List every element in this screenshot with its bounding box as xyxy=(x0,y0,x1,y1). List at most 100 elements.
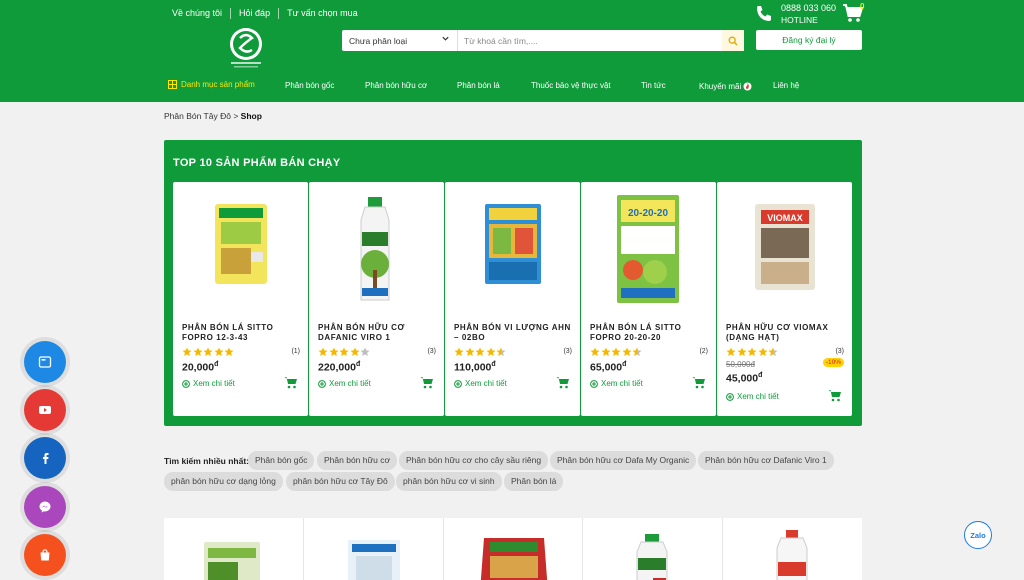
cart-icon xyxy=(828,390,841,402)
product-image[interactable] xyxy=(195,192,285,307)
product-image[interactable] xyxy=(444,518,583,580)
nav-item-phan-bon-goc[interactable]: Phân bón gốc xyxy=(285,81,334,90)
social-youtube-button[interactable] xyxy=(24,389,66,431)
product-price: 220,000đ xyxy=(318,361,361,374)
product-image[interactable] xyxy=(331,192,421,307)
search-category-select[interactable]: Chưa phân loại xyxy=(342,30,458,51)
facebook-icon xyxy=(43,453,49,464)
star-icon xyxy=(768,347,778,356)
top-link-faq[interactable]: Hỏi đáp xyxy=(230,8,278,19)
star-icon xyxy=(601,347,610,356)
view-detail-link[interactable]: Xem chi tiết xyxy=(726,392,779,401)
view-detail-link[interactable]: Xem chi tiết xyxy=(590,379,643,388)
svg-text:20-20-20: 20-20-20 xyxy=(628,208,668,219)
search-tag[interactable]: Phân bón hữu cơ xyxy=(317,451,398,470)
product-image[interactable]: VIOMAX xyxy=(739,192,829,307)
product-card[interactable]: PHÂN BÓN VI LƯỢNG AHN – 02BO (3) 110,000… xyxy=(445,182,580,416)
star-icon xyxy=(486,347,495,356)
review-count: (1) xyxy=(291,348,300,355)
product-image[interactable] xyxy=(723,518,862,580)
top-link-about[interactable]: Về chúng tôi xyxy=(172,8,230,19)
nav-khuyen-mai-label: Khuyến mãi xyxy=(699,81,742,91)
cart-button[interactable]: 0 xyxy=(842,2,864,28)
breadcrumb-separator: > xyxy=(233,111,239,121)
product-card[interactable]: PHÂN BÓN HỮU CƠ DAFANIC VIRO 1 (3) 220,0… xyxy=(309,182,444,416)
star-icon xyxy=(496,347,506,356)
product-name[interactable]: PHÂN BÓN VI LƯỢNG AHN – 02BO xyxy=(454,323,574,343)
product-image[interactable] xyxy=(583,518,722,580)
register-dealer-button[interactable]: Đăng ký đại lý xyxy=(756,30,862,50)
social-messenger-button[interactable] xyxy=(24,486,66,528)
main-nav: Danh mục sản phẩm Phân bón gốc Phân bón … xyxy=(0,78,1024,94)
social-shopee-button[interactable] xyxy=(24,534,66,576)
product-name[interactable]: PHÂN BÓN LÁ SITTO FOPRO 12-3-43 xyxy=(182,323,302,343)
search-tag[interactable]: Phân bón lá xyxy=(504,472,564,491)
product-name[interactable]: PHÂN BÓN HỮU CƠ DAFANIC VIRO 1 xyxy=(318,323,438,343)
add-to-cart-button[interactable] xyxy=(284,376,298,394)
social-message-button[interactable] xyxy=(24,341,66,383)
search-tag[interactable]: Phân bón hữu cơ cho cây sầu riêng xyxy=(399,451,549,470)
hotline-number: 0888 033 060 xyxy=(781,3,837,13)
search-icon xyxy=(728,36,738,45)
product-price: 65,000đ xyxy=(590,361,627,374)
view-detail-link[interactable]: Xem chi tiết xyxy=(182,379,235,388)
view-detail-link[interactable]: Xem chi tiết xyxy=(318,379,371,388)
product-card[interactable] xyxy=(303,518,443,580)
nav-item-tin-tuc[interactable]: Tin tức xyxy=(641,81,666,90)
review-count: (3) xyxy=(563,348,572,355)
view-detail-label: Xem chi tiết xyxy=(601,379,643,388)
product-card[interactable]: 20-20-20 PHÂN BÓN LÁ SITTO FOPRO 20-20-2… xyxy=(581,182,716,416)
product-name[interactable]: PHÂN BÓN LÁ SITTO FOPRO 20-20-20 xyxy=(590,323,710,343)
add-to-cart-button[interactable] xyxy=(556,376,570,394)
top-links: Về chúng tôi Hỏi đáp Tư vấn chọn mua xyxy=(172,8,366,19)
breadcrumb-home[interactable]: Phân Bón Tây Đô xyxy=(164,111,231,121)
nav-item-lien-he[interactable]: Liên hệ xyxy=(773,81,799,90)
product-card[interactable]: VIOMAX PHÂN HỮU CƠ VIOMAX (DẠNG HẠT) (3)… xyxy=(717,182,852,416)
search-input[interactable] xyxy=(458,30,722,51)
product-image[interactable] xyxy=(304,518,443,580)
messenger-icon xyxy=(39,501,51,513)
product-card[interactable] xyxy=(723,518,862,580)
rating-stars xyxy=(726,347,778,357)
phone-icon xyxy=(757,6,771,21)
star-icon xyxy=(318,347,328,356)
add-to-cart-button[interactable] xyxy=(692,376,706,394)
nav-item-khuyen-mai[interactable]: Khuyến mãi xyxy=(699,81,752,91)
search-tag[interactable]: phân bón hữu cơ vi sinh xyxy=(396,472,502,491)
add-to-cart-button[interactable] xyxy=(828,389,842,407)
view-detail-link[interactable]: Xem chi tiết xyxy=(454,379,507,388)
star-icon xyxy=(726,347,736,356)
nav-item-thuoc-bvtv[interactable]: Thuốc bảo vệ thực vật xyxy=(531,81,611,90)
discount-badge: -10% xyxy=(822,358,844,367)
search-tag[interactable]: Phân bón hữu cơ Dafa My Organic xyxy=(550,451,697,470)
product-card[interactable] xyxy=(164,518,303,580)
product-image[interactable] xyxy=(164,518,303,580)
product-card[interactable]: PHÂN BÓN LÁ SITTO FOPRO 12-3-43 (1) 20,0… xyxy=(173,182,308,416)
star-icon xyxy=(758,347,767,356)
site-logo[interactable] xyxy=(226,26,266,70)
search-tag[interactable]: Phân bón gốc xyxy=(248,451,315,470)
cart-icon xyxy=(420,377,433,389)
breadcrumb-current: Shop xyxy=(240,111,262,121)
top-link-advice[interactable]: Tư vấn chọn mua xyxy=(278,8,366,19)
nav-item-phan-bon-huu-co[interactable]: Phân bón hữu cơ xyxy=(365,81,427,90)
nav-item-phan-bon-la[interactable]: Phân bón lá xyxy=(457,81,500,90)
nav-category-menu[interactable]: Danh mục sản phẩm xyxy=(168,80,255,89)
product-image[interactable] xyxy=(467,192,557,307)
product-price: 45,000đ xyxy=(726,372,763,385)
rating-stars xyxy=(590,347,642,357)
rating-stars xyxy=(454,347,506,357)
search-tag[interactable]: Phân bón hữu cơ Dafanic Viro 1 xyxy=(698,451,834,470)
social-facebook-button[interactable] xyxy=(24,437,66,479)
product-name[interactable]: PHÂN HỮU CƠ VIOMAX (DẠNG HẠT) xyxy=(726,323,846,343)
product-card[interactable] xyxy=(443,518,583,580)
add-to-cart-button[interactable] xyxy=(420,376,434,394)
product-card[interactable] xyxy=(583,518,723,580)
search-tag[interactable]: phân bón hữu cơ dạng lỏng xyxy=(164,472,283,491)
product-image[interactable]: 20-20-20 xyxy=(603,192,693,307)
search-button[interactable] xyxy=(722,30,744,51)
review-count: (3) xyxy=(835,348,844,355)
star-icon xyxy=(203,347,213,356)
zalo-chat-button[interactable]: Zalo xyxy=(964,521,992,549)
search-tag[interactable]: phân bón hữu cơ Tây Đô xyxy=(286,472,395,491)
